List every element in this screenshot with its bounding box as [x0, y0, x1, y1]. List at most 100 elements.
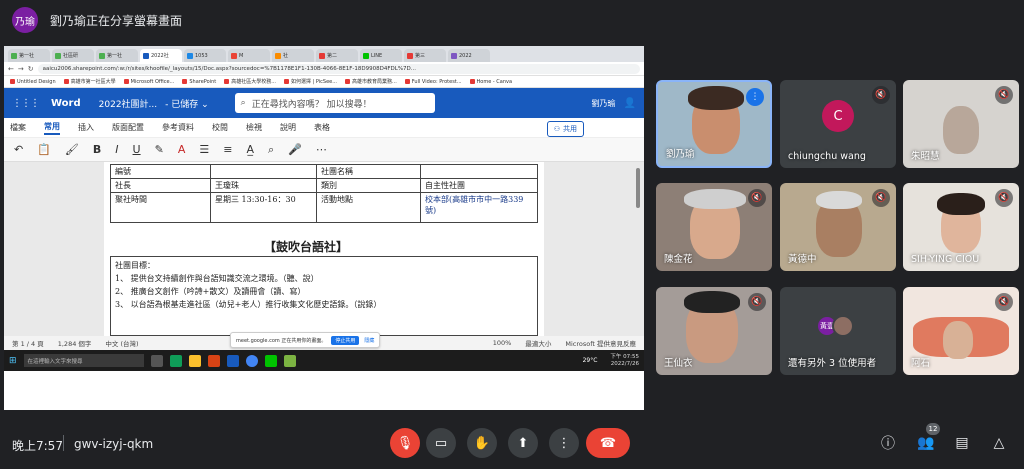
participant-name: 王仙衣: [664, 358, 693, 369]
meeting-time: 晚上7:57: [12, 439, 63, 453]
speaking-indicator-icon: ⋮: [746, 88, 764, 106]
participant-tile[interactable]: 🔇 陳金花: [656, 183, 772, 271]
others-tile[interactable]: 黃壹 還有另外 3 位使用者: [780, 287, 896, 375]
browser-tab: M: [228, 49, 270, 62]
bookmark-item: Untitled Design: [10, 78, 56, 85]
line-icon: [264, 354, 277, 367]
bookmark-icon: [10, 78, 15, 84]
bookmark-icon: [63, 79, 69, 84]
ribbon-tabs: 檔案 常用 插入 版面配置 參考資料 校閱 檢視 說明 表格 ⚇ 共用: [4, 118, 644, 138]
raise-hand-button[interactable]: ✋: [467, 428, 497, 458]
participant-hair: [937, 193, 985, 215]
participant-count-badge: 12: [926, 423, 940, 435]
ribbon-tab: 插入: [78, 123, 94, 132]
browser-tab: 社: [272, 49, 314, 62]
goals-heading: 社團目標：: [115, 261, 155, 270]
hide-button: 隱藏: [364, 337, 375, 344]
edge-icon: [169, 354, 182, 367]
tab-favicon-icon: [99, 52, 105, 59]
table-cell: 編號: [110, 164, 211, 179]
mic-off-icon: 🔇: [748, 293, 766, 311]
bullets-icon: ☰: [199, 143, 210, 156]
office-icon: [207, 354, 220, 367]
tab-favicon-icon: [275, 52, 281, 59]
bookmark-item: 高雄市第一社區大學: [63, 78, 116, 85]
participant-tile[interactable]: 🔇 王仙衣: [656, 287, 772, 375]
participant-tile[interactable]: C 🔇 chiungchu wang: [780, 80, 896, 168]
presenter-banner: 乃瑜 劉乃瑜正在分享螢幕畫面: [0, 0, 1024, 40]
chat-button[interactable]: ▤: [950, 431, 974, 455]
participant-hair: [816, 191, 862, 209]
browser-tab: 第一社: [96, 49, 138, 62]
bookmark-label: Microsoft Office...: [130, 78, 175, 85]
participant-tile[interactable]: ⋮ 劉乃瑜: [656, 80, 772, 168]
url-field: aaicu2006.sharepoint.com/:w:/r/sites/kho…: [37, 63, 640, 74]
bookmark-item: Full Video: Protest...: [404, 78, 462, 85]
stop-sharing-button: 停止共用: [331, 335, 360, 345]
participant-hair: [684, 291, 740, 313]
ribbon-toolbar: ↶ 📋 🖌 B I U ✎ A ☰ ≡ A̲ ⌕ 🎤 ⋯: [4, 138, 644, 162]
search-placeholder: 正在尋找內容嗎？ 加以搜尋！: [251, 99, 372, 110]
meeting-controls-bar: 晚上7:57 gwv-izyj-qkm 🎙 ▭ ✋ ⬆ ⋮ ☎ ⓘ 👥 ▤ △: [0, 417, 1024, 469]
leave-call-button[interactable]: ☎: [586, 428, 630, 458]
doc-title: 2022社團計...: [98, 99, 158, 110]
activities-button[interactable]: △: [987, 431, 1011, 455]
zoom-level: 100%: [492, 339, 512, 347]
word-taskbar-icon: [226, 354, 239, 367]
table-cell: 星期三 13:30-16：30: [210, 192, 317, 223]
tab-label: 2022: [459, 52, 472, 59]
club-info-table: 編號 社團名稱 社長 王瓊珠 類別 自主性社團 聚社時間 星期三 13:30-1…: [110, 164, 538, 223]
word-search-box: ⌕ 正在尋找內容嗎？ 加以搜尋！: [234, 93, 435, 113]
tab-favicon-icon: [407, 52, 413, 59]
photos-icon: [283, 354, 296, 367]
share-button: ⚇ 共用: [546, 121, 584, 137]
participant-tile[interactable]: 🔇 朱昭慧: [903, 80, 1019, 168]
font-color-icon: A: [177, 143, 186, 156]
tab-label: 第一社: [107, 53, 123, 59]
mic-off-icon: 🔇: [995, 293, 1013, 311]
word-app-name: Word: [51, 97, 81, 109]
table-cell: 王瓊珠: [210, 178, 317, 193]
camera-toggle-button[interactable]: ▭: [426, 428, 456, 458]
presenter-avatar: 乃瑜: [12, 7, 38, 33]
bookmark-label: Home - Canva: [476, 78, 513, 85]
tab-label: 社: [283, 53, 289, 59]
highlight-icon: ✎: [154, 143, 164, 156]
participant-tile[interactable]: 🔇 阿石: [903, 287, 1019, 375]
participant-name: SIH-YING CIOU: [911, 254, 980, 265]
explorer-icon: [188, 354, 201, 367]
browser-tab: 2022: [448, 49, 490, 62]
vertical-scrollbar: [636, 168, 640, 208]
participant-avatar: [832, 315, 854, 337]
tab-favicon-icon: [231, 52, 237, 59]
undo-icon: ↶: [14, 143, 24, 156]
participant-tile[interactable]: 🔇 SIH-YING CIOU: [903, 183, 1019, 271]
paste-icon: 📋: [37, 143, 51, 156]
table-cell: 校本部(高雄市市中一路339號): [420, 192, 538, 223]
browser-tab: LINE: [360, 49, 402, 62]
word-count: 1,284 個字: [57, 340, 92, 348]
mic-toggle-button[interactable]: 🎙: [390, 428, 420, 458]
table-cell: [420, 164, 538, 179]
ribbon-tab: 校閱: [212, 123, 228, 132]
mic-off-icon: 🔇: [995, 189, 1013, 207]
meeting-details-button[interactable]: ⓘ: [876, 431, 900, 455]
participant-tile[interactable]: 🔇 黃德中: [780, 183, 896, 271]
bookmark-label: SharePoint: [189, 78, 217, 85]
bookmark-icon: [284, 79, 289, 84]
table-row: 編號 社團名稱: [110, 164, 538, 179]
word-statusbar: 第 1 / 4 頁 1,284 個字 中文 (台灣) 100% 最適大小 Mic…: [4, 332, 644, 350]
present-button[interactable]: ⬆: [508, 428, 538, 458]
bookmark-item: Microsoft Office...: [123, 78, 175, 85]
tab-favicon-icon: [143, 52, 149, 59]
shared-screen: 第一社 社區研 第一社 2022社 1053 M 社 第二 LINE 第三 2022 ← → ↻ a…: [4, 46, 644, 410]
ribbon-tab: 常用: [44, 121, 60, 135]
taskbar-date: 2022/7/26: [610, 360, 639, 367]
mic-off-icon: 🔇: [995, 86, 1013, 104]
table-cell: 社團名稱: [316, 164, 421, 179]
more-options-button[interactable]: ⋮: [549, 428, 579, 458]
bookmark-icon: [345, 79, 351, 84]
bookmark-icon: [224, 79, 230, 84]
table-row: 聚社時間 星期三 13:30-16：30 活動地點 校本部(高雄市市中一路339…: [110, 192, 538, 223]
tab-label: M: [239, 52, 244, 59]
